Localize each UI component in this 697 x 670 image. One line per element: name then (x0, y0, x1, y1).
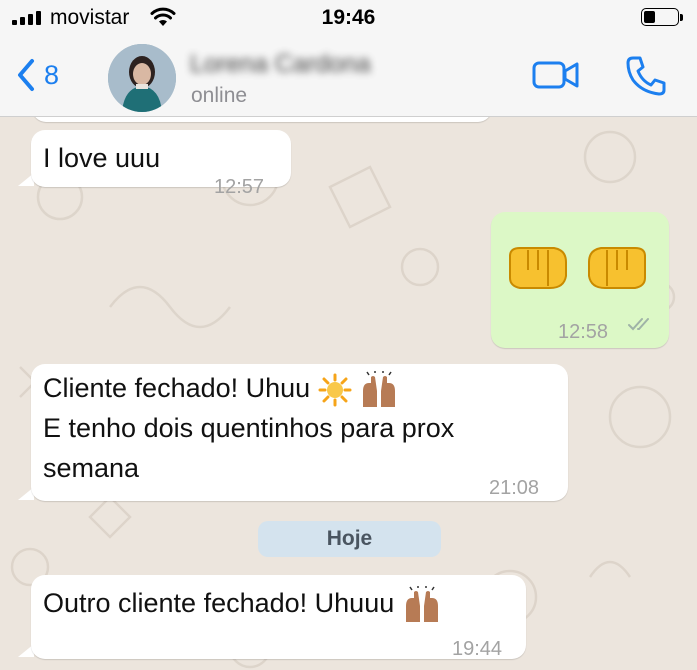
contact-status: online (191, 84, 248, 107)
phone-call-icon[interactable] (624, 54, 668, 98)
message-bubble-partial (32, 117, 492, 122)
message-bubble-incoming[interactable]: Outro cliente fechado! Uhuuu 19:44 (31, 575, 526, 660)
back-button[interactable]: 8 (16, 58, 59, 92)
avatar[interactable] (108, 44, 176, 112)
status-clock: 19:46 (321, 6, 376, 29)
fist-right-icon (509, 247, 567, 289)
unread-count: 8 (44, 59, 60, 90)
message-text-line: Cliente fechado! Uhuu (43, 373, 311, 403)
message-time: 12:58 (558, 321, 609, 343)
battery-icon (641, 8, 683, 28)
message-bubble-incoming[interactable]: I love uuu 12:57 (31, 130, 291, 198)
message-text: I love uuu (43, 143, 161, 173)
fist-left-icon (588, 247, 646, 289)
raising-hands-icon (405, 585, 438, 622)
message-time: 12:57 (214, 176, 265, 198)
message-text: Outro cliente fechado! Uhuuu (43, 588, 395, 618)
raising-hands-icon (363, 370, 396, 407)
date-separator: Hoje (258, 521, 441, 557)
message-text-line: semana (43, 453, 140, 483)
message-time: 21:08 (489, 477, 540, 499)
chat-area[interactable]: I love uuu 12:57 12:58 Cliente fechado! … (0, 117, 697, 670)
contact-name[interactable]: Lorena Cardona (190, 50, 371, 79)
status-bar: movistar 19:46 (0, 0, 697, 36)
video-call-icon[interactable] (532, 60, 580, 90)
message-bubble-outgoing[interactable]: 12:58 (491, 212, 669, 348)
sun-icon (318, 373, 352, 407)
message-bubble-incoming[interactable]: Cliente fechado! Uhuu E tenho dois quent… (31, 364, 568, 501)
message-time: 19:44 (452, 638, 503, 660)
chevron-left-icon (18, 59, 34, 91)
double-check-icon (628, 318, 649, 331)
chat-header: 8 Lorena Cardona online (0, 36, 697, 117)
message-text-line: E tenho dois quentinhos para prox (43, 413, 455, 443)
